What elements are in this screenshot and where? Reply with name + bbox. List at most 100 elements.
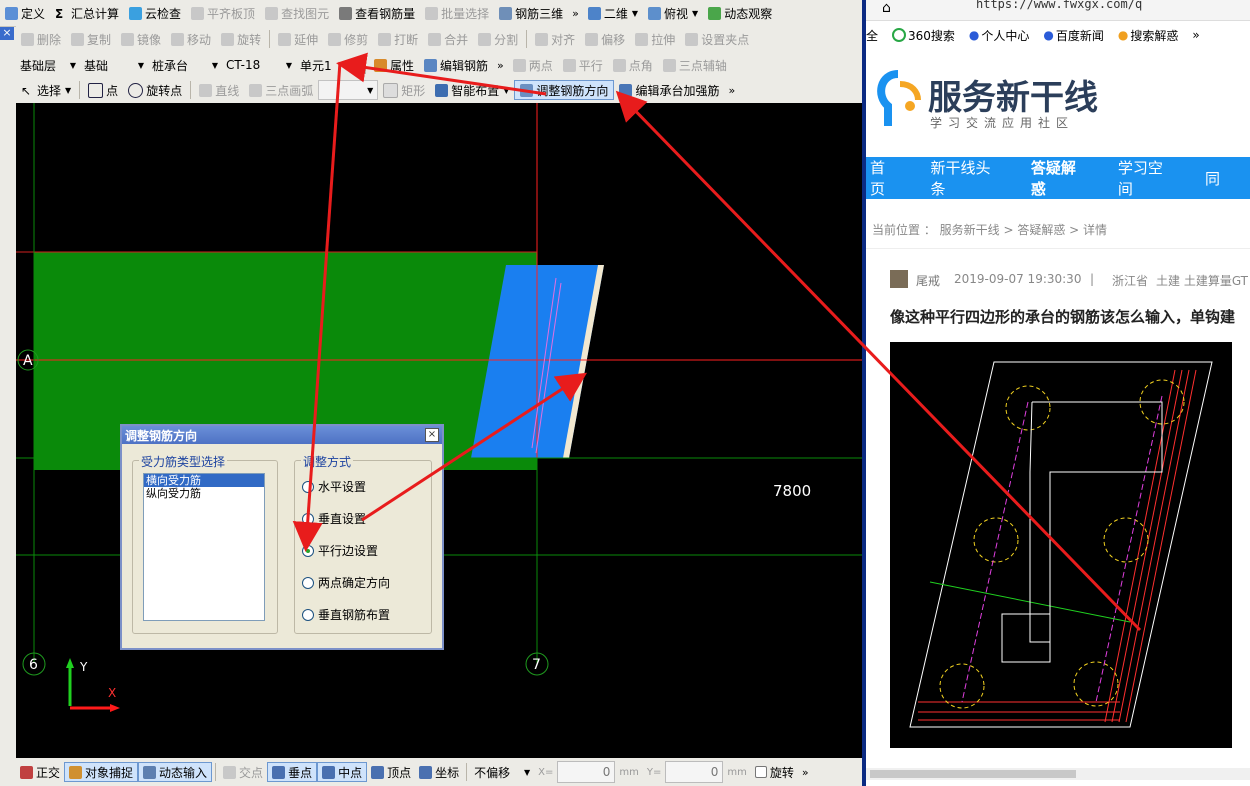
rotate-button[interactable]: 旋转	[216, 28, 266, 50]
nav-item-home[interactable]: 首页	[870, 157, 897, 199]
nav-item-headlines[interactable]: 新干线头条	[931, 157, 997, 199]
summary-calc-button[interactable]: Σ 汇总计算	[50, 2, 124, 24]
home-icon[interactable]: ⌂	[882, 0, 891, 16]
rect-tool-button[interactable]: 矩形	[378, 79, 430, 101]
three-point-axis-button[interactable]: 三点辅轴	[658, 54, 732, 76]
move-button[interactable]: 移动	[166, 28, 216, 50]
rebar-3d-button[interactable]: 钢筋三维	[494, 2, 568, 24]
rebar-type-list[interactable]: 横向受力筋 纵向受力筋	[143, 473, 265, 621]
overflow-chevron-icon[interactable]: »	[798, 766, 813, 779]
bookmark-item[interactable]: ● 搜索解惑	[1118, 27, 1179, 44]
perpendicular-snap[interactable]: 垂点	[267, 762, 318, 782]
stretch-button[interactable]: 拉伸	[630, 28, 680, 50]
nav-item-learning[interactable]: 学习空间	[1118, 157, 1171, 199]
author-avatar[interactable]	[890, 270, 908, 288]
close-icon[interactable]: ×	[0, 26, 14, 40]
split-button[interactable]: 分割	[473, 28, 523, 50]
scrollbar-thumb[interactable]	[870, 770, 1076, 778]
radio-horizontal[interactable]: 水平设置	[302, 478, 366, 495]
batch-select-button[interactable]: 批量选择	[420, 2, 494, 24]
rotate-point-tool-button[interactable]: 旋转点	[123, 79, 187, 101]
arc-mode-select[interactable]: ▼	[318, 80, 379, 100]
radio-vertical[interactable]: 垂直设置	[302, 510, 366, 527]
trim-button[interactable]: 修剪	[323, 28, 373, 50]
align-dropdown[interactable]: 对齐	[530, 28, 580, 50]
break-button[interactable]: 打断	[373, 28, 423, 50]
question-image[interactable]	[890, 340, 1232, 748]
y-unit-label: mm	[727, 766, 747, 778]
overflow-chevron-icon[interactable]: »	[568, 7, 583, 20]
delete-button[interactable]: 删除	[16, 28, 66, 50]
nav-item-more[interactable]: 同	[1205, 168, 1220, 189]
property-button[interactable]: 属性	[369, 54, 419, 76]
define-button[interactable]: 定义	[0, 2, 50, 24]
copy-button[interactable]: 复制	[66, 28, 116, 50]
floor-select[interactable]: 基础层 ▼	[16, 56, 80, 74]
type-select[interactable]: 桩承台 ▼	[148, 56, 222, 74]
offset-button[interactable]: 偏移	[580, 28, 630, 50]
find-element-button[interactable]: 查找图元	[260, 2, 334, 24]
two-points-button[interactable]: 两点	[508, 54, 558, 76]
align-slab-top-button[interactable]: 平齐板顶	[186, 2, 260, 24]
unit-select[interactable]: 单元1 ▼	[296, 56, 362, 74]
author-name[interactable]: 尾戒	[916, 272, 940, 289]
list-item[interactable]: 横向受力筋	[144, 474, 264, 487]
line-icon	[199, 83, 213, 97]
vertex-snap[interactable]: 顶点	[367, 762, 415, 782]
overflow-chevron-icon[interactable]: »	[493, 59, 508, 72]
bookmark-bar: 全 360搜索 ● 个人中心 ● 百度新闻 ● 搜索解惑 »	[866, 24, 1250, 46]
line-tool-button[interactable]: 直线	[194, 79, 244, 101]
bookmark-overflow[interactable]: »	[1192, 28, 1199, 42]
category-select[interactable]: 基础 ▼	[80, 56, 148, 74]
radio-parallel-edge[interactable]: 平行边设置	[302, 542, 378, 559]
parallel-button[interactable]: 平行	[558, 54, 608, 76]
overflow-chevron-icon[interactable]: »	[724, 84, 739, 97]
x-input[interactable]: 0	[557, 761, 616, 783]
bookmark-item[interactable]: ● 个人中心	[969, 27, 1030, 44]
nav-item-qa[interactable]: 答疑解惑	[1031, 157, 1084, 199]
bookmark-item[interactable]: ● 百度新闻	[1043, 27, 1104, 44]
coordinate-snap[interactable]: 坐标	[415, 762, 463, 782]
cloud-check-button[interactable]: 云检查	[124, 2, 186, 24]
edit-cap-reinforcement-button[interactable]: 编辑承台加强筋	[614, 79, 724, 101]
list-item[interactable]: 纵向受力筋	[144, 487, 264, 500]
mirror-button[interactable]: 镜像	[116, 28, 166, 50]
radio-two-points[interactable]: 两点确定方向	[302, 574, 390, 591]
adjust-rebar-direction-button[interactable]: 调整钢筋方向	[514, 80, 615, 100]
midpoint-snap[interactable]: 中点	[317, 762, 368, 782]
horizontal-scrollbar[interactable]	[866, 768, 1250, 780]
offset-select[interactable]: 不偏移 ▼	[470, 763, 534, 781]
2d-dropdown[interactable]: 二维 ▼	[583, 2, 643, 24]
post-tags[interactable]: 土建 土建算量GT	[1156, 272, 1248, 289]
paw-icon: ●	[968, 28, 980, 42]
site-logo[interactable]	[870, 66, 926, 132]
url-text[interactable]: https://www.fwxgx.com/q	[976, 0, 1142, 11]
point-tool-button[interactable]: 点	[83, 79, 123, 101]
object-snap-toggle[interactable]: 对象捕捉	[64, 762, 139, 782]
view-rebar-qty-button[interactable]: 查看钢筋量	[334, 2, 420, 24]
axis-icon	[662, 58, 676, 72]
y-input[interactable]: 0	[665, 761, 724, 783]
point-angle-button[interactable]: 点角	[608, 54, 658, 76]
select-tool-button[interactable]: ↖ 选择 ▼	[16, 79, 76, 101]
paw-icon: ●	[1043, 28, 1054, 42]
arc-tool-button[interactable]: 三点画弧	[244, 79, 318, 101]
dynamic-input-toggle[interactable]: 动态输入	[138, 762, 213, 782]
extend-button[interactable]: 延伸	[273, 28, 323, 50]
intersection-snap[interactable]: 交点	[219, 762, 267, 782]
dynamic-view-button[interactable]: 动态观察	[703, 2, 777, 24]
element-id-select[interactable]: CT-18 ▼	[222, 56, 296, 74]
top-view-dropdown[interactable]: 俯视 ▼	[643, 2, 703, 24]
merge-icon	[428, 32, 442, 46]
bookmark-item[interactable]: 360搜索	[892, 27, 955, 44]
rotate-checkbox[interactable]: 旋转	[751, 762, 798, 782]
set-grip-button[interactable]: 设置夹点	[680, 28, 754, 50]
ortho-toggle[interactable]: 正交	[16, 762, 64, 782]
merge-button[interactable]: 合并	[423, 28, 473, 50]
edit-rebar-button[interactable]: 编辑钢筋	[419, 54, 493, 76]
browser-addressbar: ⌂ https://www.fwxgx.com/q	[866, 0, 1250, 21]
dialog-close-icon[interactable]: ×	[425, 428, 439, 442]
bookmark-item[interactable]: 全	[866, 27, 878, 44]
smart-layout-dropdown[interactable]: 智能布置 ▼	[430, 79, 514, 101]
radio-vertical-rebar[interactable]: 垂直钢筋布置	[302, 606, 390, 623]
